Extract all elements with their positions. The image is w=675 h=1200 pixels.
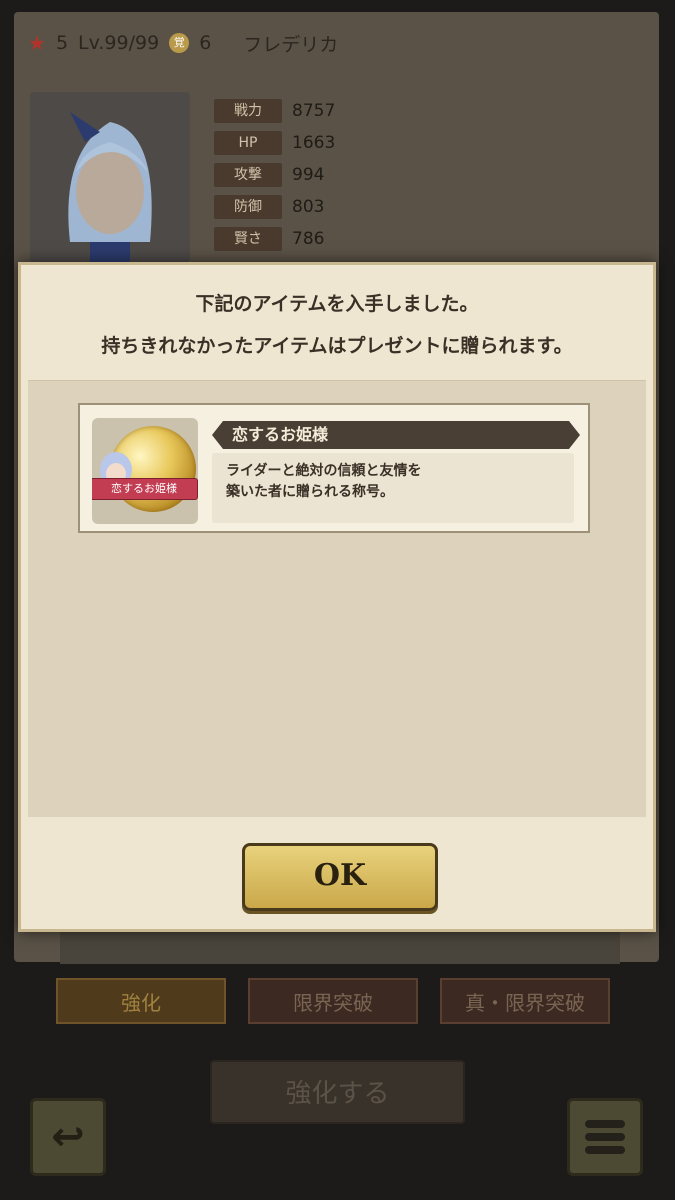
rank-badge-icon: 覚: [169, 33, 190, 53]
character-portrait: [30, 92, 190, 262]
stat-row-hp: HP 1663: [214, 128, 489, 158]
dialog-message-line2: 持ちきれなかったアイテムはプレゼントに贈られます。: [101, 335, 573, 357]
stat-row-attack: 攻撃 994: [214, 160, 489, 190]
stat-row-power: 戦力 8757: [214, 96, 489, 126]
stat-value: 803: [292, 197, 325, 217]
ok-button[interactable]: OK: [242, 843, 438, 911]
stat-value: 786: [292, 229, 325, 249]
back-icon: ↩: [51, 1114, 85, 1160]
stat-label: 防御: [214, 195, 282, 219]
character-header: ★ 5 Lv.99/99 覚6 フレデリカ: [28, 28, 648, 58]
stat-row-defense: 防御 803: [214, 192, 489, 222]
item-ribbon-label: 恋するお姫様: [92, 478, 198, 500]
tab-true-limit-break[interactable]: 真・限界突破: [440, 978, 610, 1024]
title-medal-icon: 恋するお姫様: [92, 418, 198, 524]
tab-limit-break[interactable]: 限界突破: [248, 978, 418, 1024]
stat-label: HP: [214, 131, 282, 155]
menu-button[interactable]: [567, 1098, 643, 1176]
bg-panel-strip: [60, 930, 620, 964]
list-item: 恋するお姫様 恋するお姫様 ライダーと絶対の信頼と友情を 築いた者に贈られる称号…: [78, 403, 590, 533]
rank-value: 6: [199, 32, 212, 54]
item-title: 恋するお姫様: [212, 421, 580, 449]
stat-label: 戦力: [214, 99, 282, 123]
rarity-value: 5: [55, 32, 69, 54]
item-description: ライダーと絶対の信頼と友情を 築いた者に贈られる称号。: [212, 453, 574, 523]
dialog-message-line1: 下記のアイテムを入手しました。: [195, 293, 479, 315]
stat-value: 994: [292, 165, 325, 185]
character-name: フレデリカ: [243, 33, 339, 56]
stats-list: 戦力 8757 HP 1663 攻撃 994 防御 803 賢さ 786: [214, 96, 489, 256]
tab-enhance[interactable]: 強化: [56, 978, 226, 1024]
enhance-button[interactable]: 強化する: [210, 1060, 465, 1124]
enhance-tabs: 強化 限界突破 真・限界突破: [56, 978, 621, 1024]
stat-label: 攻撃: [214, 163, 282, 187]
item-list: 恋するお姫様 恋するお姫様 ライダーと絶対の信頼と友情を 築いた者に贈られる称号…: [28, 380, 646, 817]
menu-icon: [585, 1115, 625, 1159]
stat-value: 1663: [292, 133, 336, 153]
stat-value: 8757: [292, 101, 336, 121]
star-icon: ★: [28, 31, 46, 55]
level-text: Lv.99/99: [78, 32, 160, 54]
item-description-line1: ライダーと絶対の信頼と友情を: [226, 463, 422, 479]
stat-row-wisdom: 賢さ 786: [214, 224, 489, 254]
back-button[interactable]: ↩: [30, 1098, 106, 1176]
item-description-line2: 築いた者に贈られる称号。: [226, 484, 394, 500]
item-received-dialog: 下記のアイテムを入手しました。 持ちきれなかったアイテムはプレゼントに贈られます…: [18, 262, 656, 932]
stat-label: 賢さ: [214, 227, 282, 251]
